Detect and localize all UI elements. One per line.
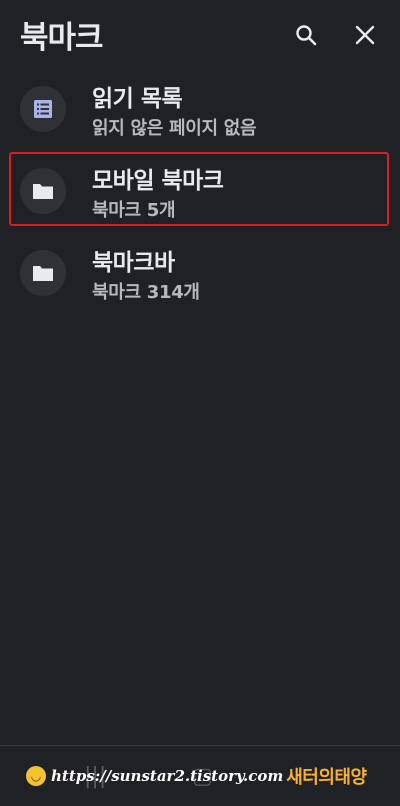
item-icon-circle [20, 86, 66, 132]
item-name: 모바일 북마크 [92, 168, 224, 194]
folder-icon [33, 184, 53, 199]
search-icon [296, 25, 317, 46]
bookmark-folder-bar[interactable]: 북마크바 북마크 314개 [0, 236, 400, 320]
page-title: 북마크 [20, 20, 104, 56]
bookmark-folder-mobile[interactable]: 모바일 북마크 북마크 5개 [0, 154, 400, 238]
item-subtitle: 읽지 않은 페이지 없음 [92, 118, 257, 139]
item-name: 읽기 목록 [92, 86, 183, 112]
item-icon-circle [20, 250, 66, 296]
bookmark-item-reading-list[interactable]: 읽기 목록 읽지 않은 페이지 없음 [0, 72, 400, 156]
header: 북마크 [0, 0, 400, 72]
close-button[interactable] [348, 18, 382, 52]
search-button[interactable] [289, 18, 323, 52]
item-name: 북마크바 [92, 250, 175, 276]
watermark: ◡ https://sunstar2.tistory.com 새터의태양 [26, 762, 367, 790]
item-icon-circle [20, 168, 66, 214]
watermark-brand: 새터의태양 [286, 767, 367, 788]
close-icon [355, 25, 375, 45]
watermark-url: https://sunstar2.tistory.com [51, 767, 284, 785]
item-subtitle: 북마크 314개 [92, 282, 200, 303]
item-subtitle: 북마크 5개 [92, 200, 176, 221]
folder-icon [33, 266, 53, 281]
emoji-face-icon: ◡ [26, 766, 46, 786]
bottom-bar: ||| ▢ ◡ https://sunstar2.tistory.com 새터의… [0, 745, 400, 806]
reading-list-icon [34, 100, 52, 118]
